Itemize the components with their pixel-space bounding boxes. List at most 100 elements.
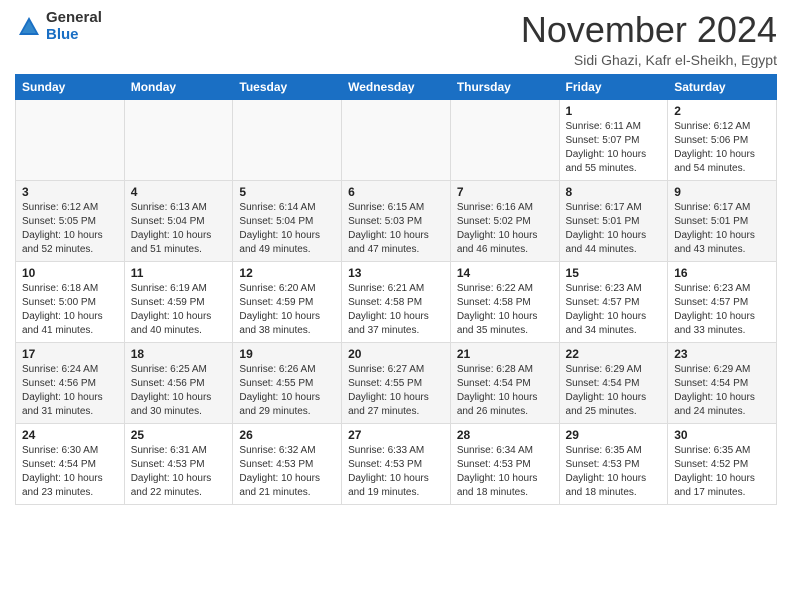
day-cell: 30 Sunrise: 6:35 AMSunset: 4:52 PMDayligh… — [668, 423, 777, 504]
day-info: Sunrise: 6:16 AMSunset: 5:02 PMDaylight:… — [457, 201, 553, 257]
day-number: 27 — [348, 428, 444, 442]
day-number: 10 — [22, 266, 118, 280]
day-number: 1 — [566, 104, 662, 118]
day-header-sunday: Sunday — [16, 74, 125, 99]
day-info: Sunrise: 6:29 AMSunset: 4:54 PMDaylight:… — [674, 363, 770, 419]
day-number: 22 — [566, 347, 662, 361]
day-info: Sunrise: 6:28 AMSunset: 4:54 PMDaylight:… — [457, 363, 553, 419]
day-number: 8 — [566, 185, 662, 199]
week-row-2: 3Sunrise: 6:12 AMSunset: 5:05 PMDaylight… — [16, 180, 777, 261]
day-cell: 8 Sunrise: 6:17 AMSunset: 5:01 PMDaylight… — [559, 180, 668, 261]
day-number: 15 — [566, 266, 662, 280]
day-info: Sunrise: 6:26 AMSunset: 4:55 PMDaylight:… — [239, 363, 335, 419]
day-cell: 13 Sunrise: 6:21 AMSunset: 4:58 PMDayligh… — [342, 261, 451, 342]
day-header-thursday: Thursday — [450, 74, 559, 99]
day-info: Sunrise: 6:31 AMSunset: 4:53 PMDaylight:… — [131, 444, 227, 500]
day-info: Sunrise: 6:29 AMSunset: 4:54 PMDaylight:… — [566, 363, 662, 419]
day-cell: 28Sunrise: 6:34 AMSunset: 4:53 PMDayligh… — [450, 423, 559, 504]
day-header-saturday: Saturday — [668, 74, 777, 99]
day-header-wednesday: Wednesday — [342, 74, 451, 99]
header: General Blue November 2024 Sidi Ghazi, K… — [15, 10, 777, 68]
day-number: 5 — [239, 185, 335, 199]
day-info: Sunrise: 6:19 AMSunset: 4:59 PMDaylight:… — [131, 282, 227, 338]
day-number: 4 — [131, 185, 227, 199]
day-cell: 1 Sunrise: 6:11 AMSunset: 5:07 PMDaylight… — [559, 99, 668, 180]
week-row-1: 1 Sunrise: 6:11 AMSunset: 5:07 PMDaylight… — [16, 99, 777, 180]
day-number: 7 — [457, 185, 553, 199]
day-info: Sunrise: 6:20 AMSunset: 4:59 PMDaylight:… — [239, 282, 335, 338]
day-cell: 7 Sunrise: 6:16 AMSunset: 5:02 PMDaylight… — [450, 180, 559, 261]
week-row-4: 17Sunrise: 6:24 AMSunset: 4:56 PMDayligh… — [16, 342, 777, 423]
day-cell: 14 Sunrise: 6:22 AMSunset: 4:58 PMDayligh… — [450, 261, 559, 342]
week-row-3: 10 Sunrise: 6:18 AMSunset: 5:00 PMDayligh… — [16, 261, 777, 342]
day-cell: 2Sunrise: 6:12 AMSunset: 5:06 PMDaylight… — [668, 99, 777, 180]
day-info: Sunrise: 6:17 AMSunset: 5:01 PMDaylight:… — [566, 201, 662, 257]
logo: General Blue — [15, 10, 102, 43]
day-cell: 21Sunrise: 6:28 AMSunset: 4:54 PMDayligh… — [450, 342, 559, 423]
days-header-row: SundayMondayTuesdayWednesdayThursdayFrid… — [16, 74, 777, 99]
day-number: 20 — [348, 347, 444, 361]
day-cell: 22 Sunrise: 6:29 AMSunset: 4:54 PMDayligh… — [559, 342, 668, 423]
day-cell: 27 Sunrise: 6:33 AMSunset: 4:53 PMDayligh… — [342, 423, 451, 504]
title-block: November 2024 Sidi Ghazi, Kafr el-Sheikh… — [521, 10, 777, 68]
day-info: Sunrise: 6:17 AMSunset: 5:01 PMDaylight:… — [674, 201, 770, 257]
day-number: 30 — [674, 428, 770, 442]
logo-text: General Blue — [46, 10, 102, 43]
day-info: Sunrise: 6:35 AMSunset: 4:52 PMDaylight:… — [674, 444, 770, 500]
day-info: Sunrise: 6:24 AMSunset: 4:56 PMDaylight:… — [22, 363, 118, 419]
day-info: Sunrise: 6:12 AMSunset: 5:06 PMDaylight:… — [674, 120, 770, 176]
day-cell: 20Sunrise: 6:27 AMSunset: 4:55 PMDayligh… — [342, 342, 451, 423]
day-info: Sunrise: 6:25 AMSunset: 4:56 PMDaylight:… — [131, 363, 227, 419]
page: General Blue November 2024 Sidi Ghazi, K… — [0, 0, 792, 515]
day-cell: 24 Sunrise: 6:30 AMSunset: 4:54 PMDayligh… — [16, 423, 125, 504]
day-cell: 25Sunrise: 6:31 AMSunset: 4:53 PMDayligh… — [124, 423, 233, 504]
day-number: 28 — [457, 428, 553, 442]
day-info: Sunrise: 6:21 AMSunset: 4:58 PMDaylight:… — [348, 282, 444, 338]
day-info: Sunrise: 6:22 AMSunset: 4:58 PMDaylight:… — [457, 282, 553, 338]
day-number: 16 — [674, 266, 770, 280]
day-cell: 23Sunrise: 6:29 AMSunset: 4:54 PMDayligh… — [668, 342, 777, 423]
day-info: Sunrise: 6:11 AMSunset: 5:07 PMDaylight:… — [566, 120, 662, 176]
day-number: 19 — [239, 347, 335, 361]
day-cell: 15 Sunrise: 6:23 AMSunset: 4:57 PMDayligh… — [559, 261, 668, 342]
day-cell: 18 Sunrise: 6:25 AMSunset: 4:56 PMDayligh… — [124, 342, 233, 423]
day-info: Sunrise: 6:35 AMSunset: 4:53 PMDaylight:… — [566, 444, 662, 500]
day-number: 12 — [239, 266, 335, 280]
day-header-tuesday: Tuesday — [233, 74, 342, 99]
day-cell: 26Sunrise: 6:32 AMSunset: 4:53 PMDayligh… — [233, 423, 342, 504]
day-cell: 9Sunrise: 6:17 AMSunset: 5:01 PMDaylight… — [668, 180, 777, 261]
day-info: Sunrise: 6:30 AMSunset: 4:54 PMDaylight:… — [22, 444, 118, 500]
calendar-table: SundayMondayTuesdayWednesdayThursdayFrid… — [15, 74, 777, 505]
day-cell — [233, 99, 342, 180]
day-number: 3 — [22, 185, 118, 199]
day-info: Sunrise: 6:18 AMSunset: 5:00 PMDaylight:… — [22, 282, 118, 338]
day-number: 18 — [131, 347, 227, 361]
logo-general: General — [46, 10, 102, 27]
day-cell: 11 Sunrise: 6:19 AMSunset: 4:59 PMDayligh… — [124, 261, 233, 342]
day-info: Sunrise: 6:23 AMSunset: 4:57 PMDaylight:… — [566, 282, 662, 338]
day-cell — [450, 99, 559, 180]
day-number: 14 — [457, 266, 553, 280]
day-info: Sunrise: 6:13 AMSunset: 5:04 PMDaylight:… — [131, 201, 227, 257]
day-number: 24 — [22, 428, 118, 442]
day-number: 29 — [566, 428, 662, 442]
day-cell: 5 Sunrise: 6:14 AMSunset: 5:04 PMDaylight… — [233, 180, 342, 261]
day-cell: 4 Sunrise: 6:13 AMSunset: 5:04 PMDaylight… — [124, 180, 233, 261]
day-number: 6 — [348, 185, 444, 199]
week-row-5: 24 Sunrise: 6:30 AMSunset: 4:54 PMDayligh… — [16, 423, 777, 504]
day-info: Sunrise: 6:23 AMSunset: 4:57 PMDaylight:… — [674, 282, 770, 338]
day-cell: 17Sunrise: 6:24 AMSunset: 4:56 PMDayligh… — [16, 342, 125, 423]
day-number: 11 — [131, 266, 227, 280]
day-cell: 10 Sunrise: 6:18 AMSunset: 5:00 PMDayligh… — [16, 261, 125, 342]
day-cell — [342, 99, 451, 180]
day-cell: 29 Sunrise: 6:35 AMSunset: 4:53 PMDayligh… — [559, 423, 668, 504]
day-cell — [16, 99, 125, 180]
day-cell: 3Sunrise: 6:12 AMSunset: 5:05 PMDaylight… — [16, 180, 125, 261]
day-cell: 19 Sunrise: 6:26 AMSunset: 4:55 PMDayligh… — [233, 342, 342, 423]
day-info: Sunrise: 6:15 AMSunset: 5:03 PMDaylight:… — [348, 201, 444, 257]
day-info: Sunrise: 6:14 AMSunset: 5:04 PMDaylight:… — [239, 201, 335, 257]
month-title: November 2024 — [521, 10, 777, 50]
day-info: Sunrise: 6:33 AMSunset: 4:53 PMDaylight:… — [348, 444, 444, 500]
day-number: 13 — [348, 266, 444, 280]
day-cell — [124, 99, 233, 180]
